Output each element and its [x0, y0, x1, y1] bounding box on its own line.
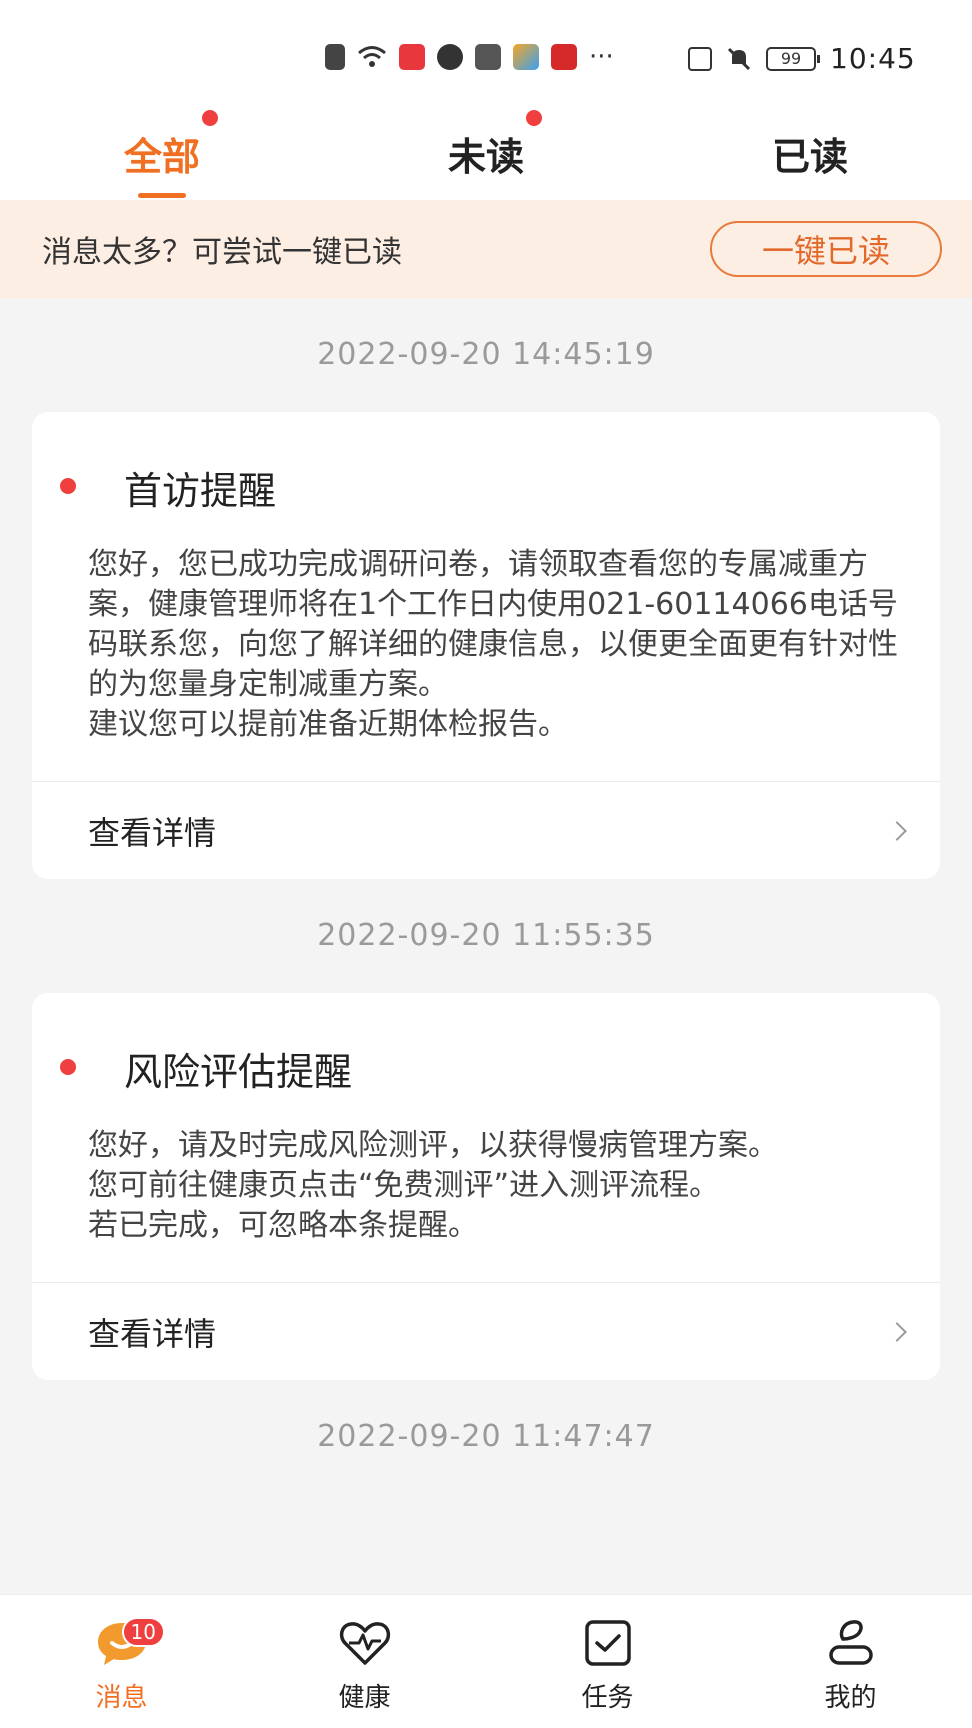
banner-text: 消息太多？可尝试一键已读	[42, 235, 402, 270]
view-details-row[interactable]: 查看详情	[32, 781, 940, 879]
message-filter-tabs: 全部 未读 已读	[0, 110, 972, 200]
sim-icon	[325, 44, 345, 70]
message-icon: 10	[94, 1617, 165, 1669]
unread-dot	[60, 478, 76, 494]
message-list: 2022-09-20 14:45:19 首访提醒 您好，您已成功完成调研问卷，请…	[0, 298, 972, 1494]
message-card[interactable]: 首访提醒 您好，您已成功完成调研问卷，请领取查看您的专属减重方案，健康管理师将在…	[32, 412, 940, 879]
view-details-label: 查看详情	[88, 1314, 217, 1353]
system-indicators: 99 10:45	[688, 42, 916, 75]
nav-messages[interactable]: 10 消息	[0, 1595, 243, 1728]
tab-all[interactable]: 全部	[0, 110, 324, 200]
nav-profile[interactable]: 我的	[729, 1595, 972, 1728]
nav-label: 健康	[338, 1683, 391, 1713]
unread-dot	[202, 110, 218, 126]
app-icon	[551, 44, 577, 70]
status-bar: ··· 99 10:45	[0, 0, 972, 110]
bottom-navigation: 10 消息 健康 任务 我的	[0, 1594, 972, 1728]
chevron-right-icon	[887, 1321, 907, 1342]
nav-tasks[interactable]: 任务	[486, 1595, 729, 1728]
more-notifications-icon: ···	[589, 42, 614, 72]
mark-all-read-button[interactable]: 一键已读	[710, 221, 942, 277]
app-icon	[399, 44, 425, 70]
message-title: 首访提醒	[124, 469, 277, 513]
unread-dot	[60, 1059, 76, 1075]
message-header: 首访提醒	[32, 412, 940, 515]
heart-pulse-icon	[337, 1617, 393, 1669]
mute-icon	[727, 47, 751, 70]
unread-dot	[526, 110, 542, 126]
tab-read[interactable]: 已读	[648, 110, 972, 200]
message-timestamp: 2022-09-20 11:55:35	[317, 918, 655, 953]
message-timestamp: 2022-09-20 11:47:47	[317, 1419, 655, 1454]
message-card[interactable]: 风险评估提醒 您好，请及时完成风险测评，以获得慢病管理方案。 您可前往健康页点击…	[32, 993, 940, 1380]
tab-label: 已读	[771, 135, 848, 179]
nav-health[interactable]: 健康	[243, 1595, 486, 1728]
view-details-row[interactable]: 查看详情	[32, 1282, 940, 1380]
message-timestamp: 2022-09-20 14:45:19	[317, 337, 655, 372]
notification-icons: ···	[325, 44, 614, 70]
nav-label: 我的	[824, 1683, 877, 1713]
profile-icon	[823, 1617, 879, 1669]
tab-label: 未读	[447, 135, 524, 179]
message-body: 您好，请及时完成风险测评，以获得慢病管理方案。 您可前往健康页点击“免费测评”进…	[88, 1128, 778, 1243]
message-body: 您好，您已成功完成调研问卷，请领取查看您的专属减重方案，健康管理师将在1个工作日…	[88, 547, 898, 742]
task-check-icon	[580, 1617, 636, 1669]
message-header: 风险评估提醒	[32, 993, 940, 1096]
wechat-icon	[437, 44, 463, 70]
view-details-label: 查看详情	[88, 813, 217, 852]
app-icon	[513, 44, 539, 70]
mark-all-read-banner: 消息太多？可尝试一键已读 一键已读	[0, 200, 972, 298]
alipay-icon	[475, 44, 501, 70]
clock: 10:45	[830, 42, 916, 75]
nfc-icon	[688, 46, 712, 71]
nav-label: 任务	[581, 1683, 634, 1713]
tab-label: 全部	[123, 135, 200, 179]
battery-icon: 99	[766, 46, 820, 71]
chevron-right-icon	[887, 820, 907, 841]
wifi-icon	[358, 46, 386, 67]
unread-count-badge: 10	[121, 1617, 165, 1647]
message-title: 风险评估提醒	[124, 1050, 353, 1094]
active-tab-indicator	[138, 193, 186, 198]
nav-label: 消息	[95, 1683, 148, 1713]
tab-unread[interactable]: 未读	[324, 110, 648, 200]
